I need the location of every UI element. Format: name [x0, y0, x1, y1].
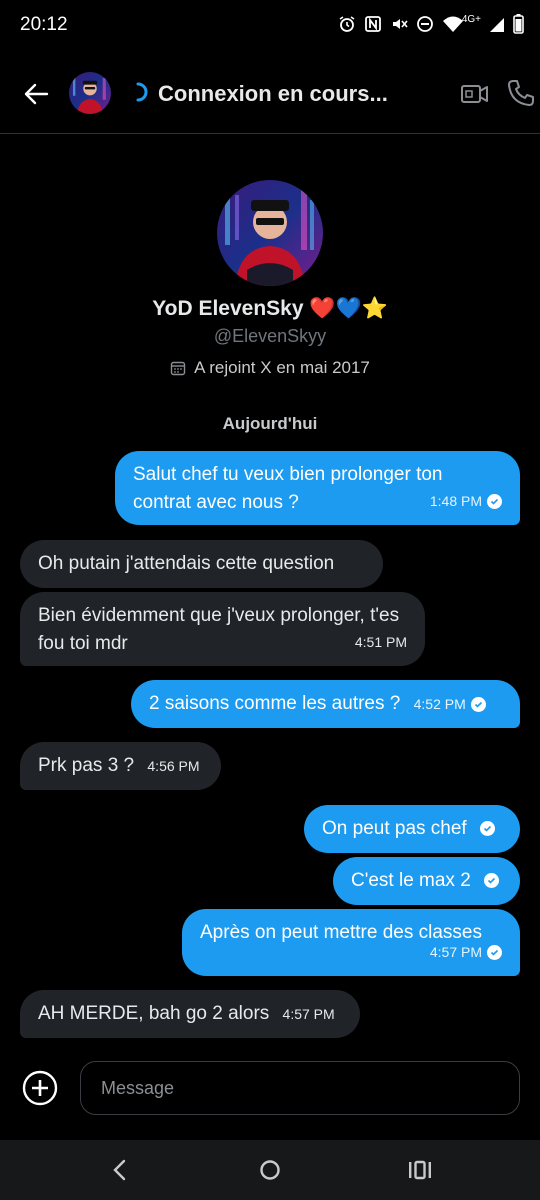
nav-recent-apps-button[interactable] [406, 1156, 434, 1184]
nav-recent-apps-icon [409, 1160, 431, 1180]
back-button[interactable] [20, 78, 52, 110]
message-time: 4:51 PM [354, 634, 407, 650]
network-type: 4G+ [461, 13, 481, 25]
message-text: Prk pas 3 ? [38, 755, 135, 777]
calendar-icon [170, 361, 186, 376]
alarm-icon [339, 16, 355, 32]
read-check-icon [487, 944, 502, 960]
dnd-icon [416, 16, 433, 32]
read-check-icon [480, 821, 495, 837]
message-text: Oh putain j'attendais cette question [38, 553, 335, 574]
nav-home-button[interactable] [256, 1156, 284, 1184]
nfc-icon [364, 16, 381, 32]
avatar-image [69, 72, 111, 114]
message-meta: 4:51 PM [355, 628, 407, 656]
wifi-icon [442, 16, 463, 32]
nav-back-button[interactable] [106, 1156, 134, 1184]
status-bar: 20:12 4G+ [0, 0, 540, 52]
message-text: Salut chef tu veux bien prolonger ton co… [133, 464, 443, 513]
message-text: C'est le max 2 [351, 870, 471, 891]
read-check-icon [487, 493, 502, 509]
message-bubble[interactable]: AH MERDE, bah go 2 alors 4:57 PM [20, 990, 360, 1038]
message-meta: 4:57 PM [430, 938, 502, 966]
add-attachment-button[interactable] [22, 1070, 58, 1106]
profile-avatar-image [217, 180, 323, 286]
system-nav-bar [0, 1140, 540, 1200]
message-bubble[interactable]: Après on peut mettre des classes 4:57 PM [182, 909, 520, 976]
message-time: 4:57 PM [429, 944, 482, 960]
message-bubble[interactable]: Salut chef tu veux bien prolonger ton co… [115, 451, 520, 525]
message-time: 4:57 PM [282, 1006, 335, 1022]
profile-handle: @ElevenSkyy [213, 326, 327, 346]
profile-name: YoD ElevenSky ❤️💙⭐ [152, 297, 388, 320]
nav-home-icon [260, 1160, 280, 1180]
message-meta: 4:57 PM [283, 1000, 335, 1028]
message-input[interactable] [80, 1061, 520, 1115]
profile-joined-text: A rejoint X en mai 2017 [194, 358, 370, 377]
profile-avatar[interactable] [217, 180, 323, 286]
message-meta: 4:56 PM [147, 752, 199, 780]
message-time: 4:52 PM [413, 696, 466, 712]
signal-icon [490, 18, 504, 32]
video-call-icon [461, 85, 488, 103]
date-separator: Aujourd'hui [222, 414, 318, 433]
profile-joined: A rejoint X en mai 2017 [0, 358, 540, 378]
status-time: 20:12 [20, 14, 68, 35]
read-check-icon [470, 696, 486, 712]
message-text: Bien évidemment que j'veux prolonger, t'… [38, 605, 400, 654]
message-meta: 1:48 PM [430, 487, 502, 515]
phone-call-icon [508, 80, 534, 106]
message-text: AH MERDE, bah go 2 alors [38, 1003, 270, 1025]
message-bubble[interactable]: Prk pas 3 ? 4:56 PM [20, 742, 221, 790]
message-time: 1:48 PM [429, 493, 482, 509]
read-check-icon [484, 873, 500, 889]
nav-back-icon [113, 1159, 126, 1181]
message-time: 4:56 PM [147, 758, 200, 774]
message-composer [0, 1052, 540, 1140]
message-meta: 4:52 PM [414, 690, 486, 718]
battery-icon [513, 14, 524, 34]
conversation-header: Connexion en cours... [0, 52, 540, 134]
status-icons: 4G+ [338, 14, 524, 34]
video-call-button[interactable] [460, 79, 490, 109]
message-meta [484, 873, 500, 889]
message-bubble[interactable]: Bien évidemment que j'veux prolonger, t'… [20, 592, 425, 666]
mute-icon [392, 19, 408, 29]
message-bubble[interactable]: Oh putain j'attendais cette question [20, 540, 383, 588]
plus-icon [22, 1070, 58, 1106]
message-text: On peut pas chef [322, 818, 467, 839]
spinner-icon [136, 82, 148, 102]
message-text: 2 saisons comme les autres ? [149, 693, 401, 715]
header-avatar[interactable] [69, 72, 111, 114]
phone-call-button[interactable] [506, 78, 536, 108]
message-bubble[interactable]: C'est le max 2 [333, 857, 520, 905]
header-title: Connexion en cours... [158, 81, 388, 106]
message-meta [480, 821, 495, 837]
back-arrow-icon [24, 83, 49, 105]
message-bubble[interactable]: On peut pas chef [304, 805, 520, 853]
message-bubble[interactable]: 2 saisons comme les autres ? 4:52 PM [131, 680, 520, 728]
